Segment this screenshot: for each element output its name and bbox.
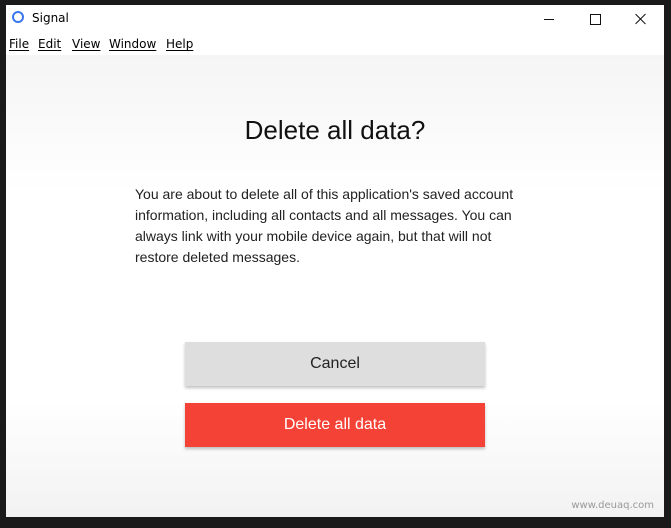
menu-window[interactable]: Window — [109, 37, 156, 51]
dialog-title: Delete all data? — [244, 115, 426, 145]
close-icon — [635, 13, 647, 25]
menu-bar: File Edit View Window Help — [6, 33, 664, 55]
window-title: Signal — [32, 11, 69, 25]
menu-edit[interactable]: Edit — [38, 37, 61, 51]
cancel-button[interactable]: Cancel — [185, 342, 485, 386]
close-button[interactable] — [618, 5, 664, 33]
maximize-button[interactable] — [572, 5, 618, 33]
delete-data-screen: Delete all data? You are about to delete… — [6, 55, 664, 517]
minimize-icon — [544, 18, 554, 20]
delete-all-data-button[interactable]: Delete all data — [185, 403, 485, 447]
watermark: www.deuaq.com — [571, 500, 654, 511]
maximize-icon — [589, 13, 601, 25]
menu-view[interactable]: View — [72, 37, 100, 51]
menu-help[interactable]: Help — [166, 37, 193, 51]
signal-logo-icon — [12, 11, 24, 23]
title-bar[interactable]: Signal — [6, 5, 664, 33]
app-window: Signal File Edit View Window Help Delete… — [6, 5, 664, 517]
menu-file[interactable]: File — [9, 37, 29, 51]
minimize-button[interactable] — [526, 5, 572, 33]
dialog-message: You are about to delete all of this appl… — [135, 186, 514, 265]
